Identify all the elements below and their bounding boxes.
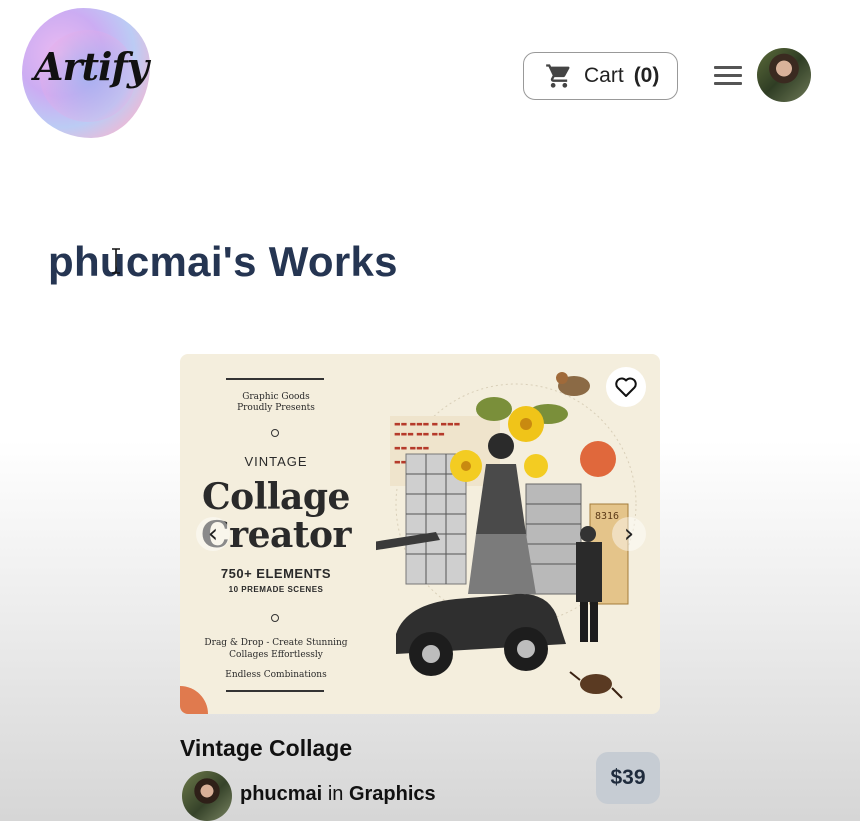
artify-logo[interactable]: Artify [22, 8, 150, 138]
seller-name-link[interactable]: phucmai [240, 783, 322, 805]
image-elements: 750+ ELEMENTS [220, 566, 332, 581]
svg-text:▬▬▬ ▬▬ ▬▬: ▬▬▬ ▬▬ ▬▬ [394, 430, 445, 438]
heart-outline-icon [615, 377, 637, 397]
product-title[interactable]: Vintage Collage [180, 735, 352, 762]
image-scenes: 10 PREMADE SCENES [228, 585, 324, 594]
image-title-line-1: Collage [202, 476, 350, 518]
user-avatar[interactable] [757, 48, 811, 102]
category-link[interactable]: Graphics [349, 783, 436, 805]
image-tagline-3: Endless Combinations [225, 670, 327, 680]
text-cursor-icon [112, 248, 120, 274]
corner-accent [180, 686, 208, 714]
brand-line-2: Proudly Presents [237, 403, 315, 413]
divider [226, 690, 324, 692]
cart-count: (0) [633, 64, 660, 87]
logo-text: Artify [34, 44, 149, 89]
favorite-button[interactable] [606, 367, 646, 407]
seller-avatar[interactable] [182, 771, 232, 821]
svg-text:8316: 8316 [595, 511, 619, 522]
ornament-dot [271, 614, 279, 622]
seller-in-label: in [327, 783, 344, 805]
image-tagline-2: Collages Effortlessly [229, 650, 323, 660]
carousel-prev-button[interactable]: ‹ [196, 517, 230, 551]
carousel-next-button[interactable]: › [612, 517, 646, 551]
page-title: phucmai's Works [48, 238, 398, 285]
svg-text:▬▬ ▬▬▬: ▬▬ ▬▬▬ [394, 444, 429, 452]
brand-line-1: Graphic Goods [242, 392, 310, 402]
price-badge: $39 [596, 752, 660, 804]
product-image-carousel[interactable]: Graphic Goods Proudly Presents VINTAGE C… [180, 354, 660, 714]
seller-info: phucmai in Graphics [240, 783, 436, 806]
chevron-left-icon: ‹ [207, 519, 219, 549]
image-tagline-1: Drag & Drop - Create Stunning [204, 638, 348, 648]
ornament-dot [271, 429, 279, 437]
hamburger-menu-icon[interactable] [714, 66, 742, 86]
cart-button[interactable]: Cart (0) [523, 52, 678, 100]
svg-text:▬▬ ▬▬▬ ▬ ▬▬▬: ▬▬ ▬▬▬ ▬ ▬▬▬ [394, 420, 460, 428]
image-kicker: VINTAGE [244, 454, 308, 469]
cart-label: Cart [584, 64, 624, 87]
divider [226, 378, 324, 380]
cart-icon [546, 64, 570, 88]
chevron-right-icon: › [623, 519, 635, 549]
